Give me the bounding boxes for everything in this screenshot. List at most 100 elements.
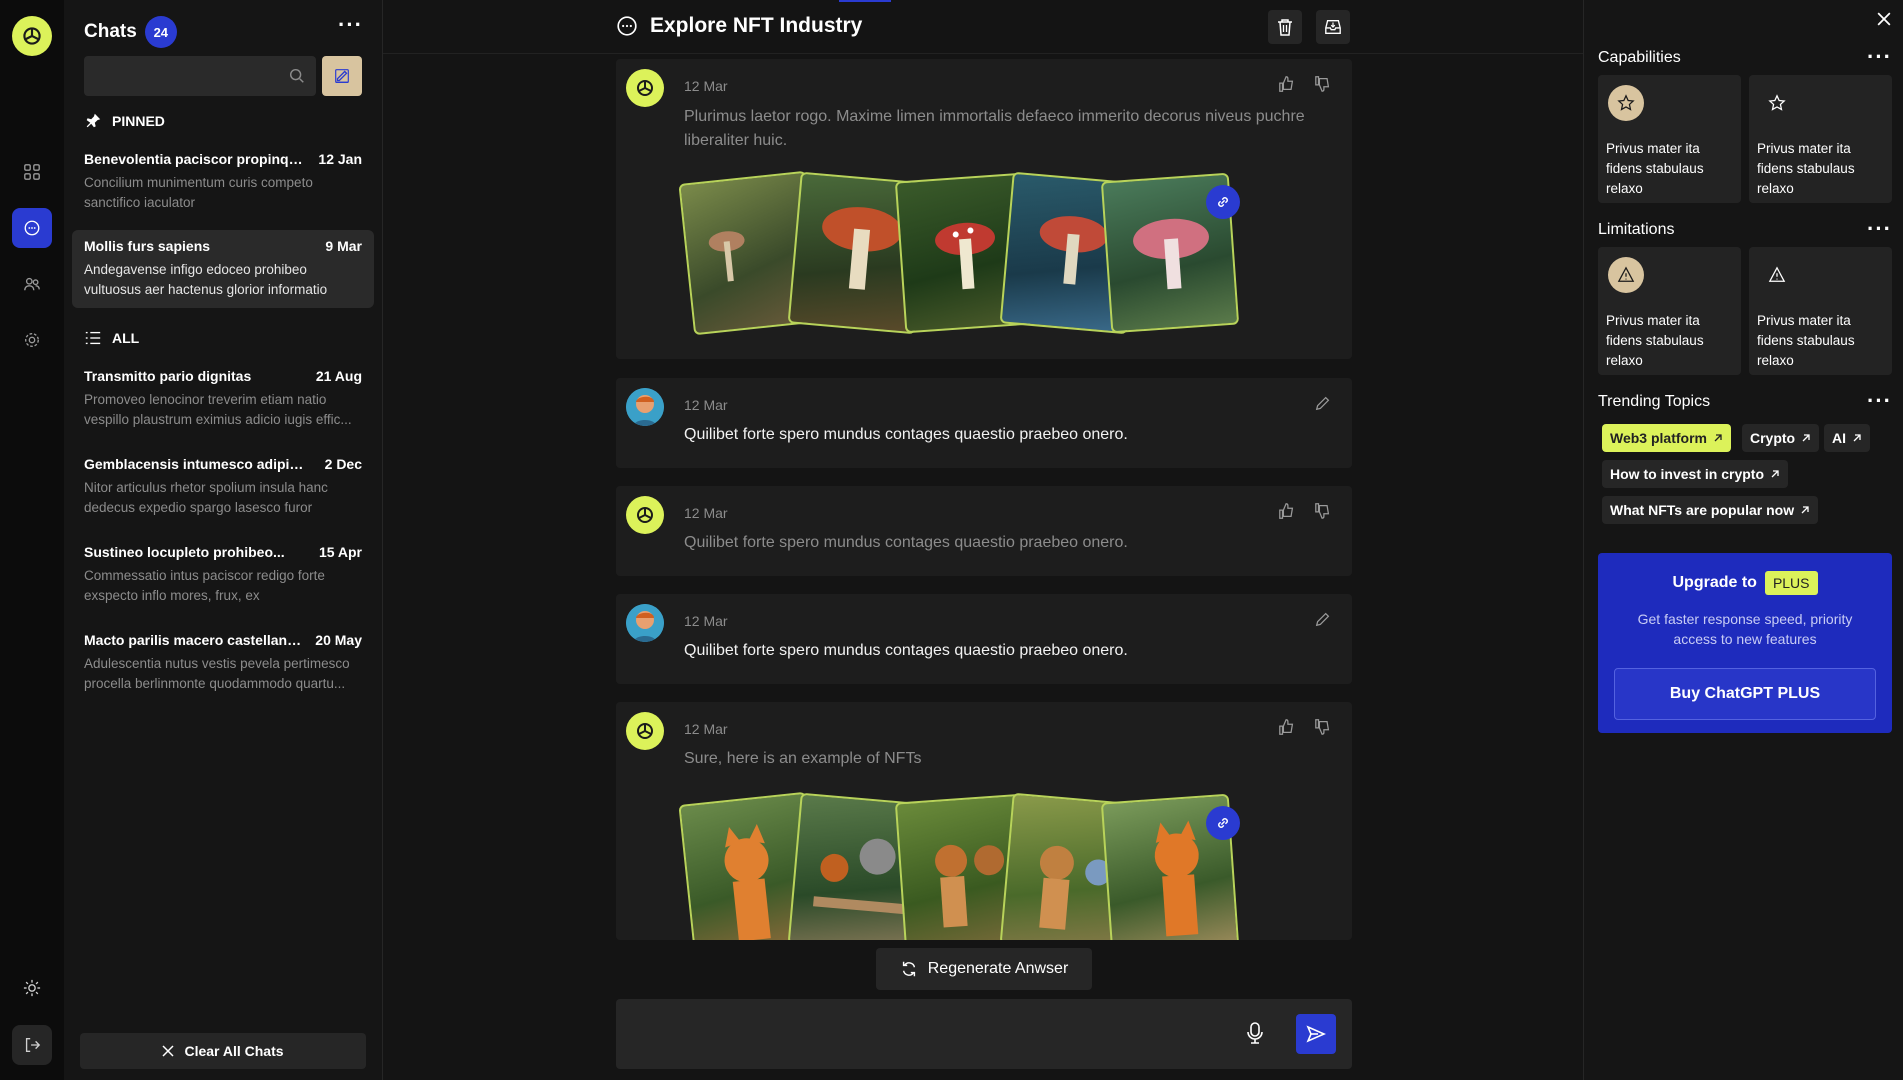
message-text: Quilibet forte spero mundus contages qua… [684,426,1128,443]
copy-link-button[interactable] [1206,185,1240,219]
archive-chat-button[interactable] [1316,10,1350,44]
star-icon-wrap [1608,85,1644,121]
chat-list-item[interactable]: Transmitto pario dignitas 21 Aug Promoveo… [72,360,374,438]
left-rail [0,0,64,1080]
rail-apps-button[interactable] [12,152,52,192]
message-composer [616,999,1352,1069]
limitations-more-button[interactable]: ··· [1867,218,1892,240]
bot-message: 12 Mar Quilibet forte spero mundus conta… [616,486,1352,576]
copy-link-button[interactable] [1206,806,1240,840]
message-actions [1314,394,1332,412]
capability-text: Privus mater ita fidens stabulaus relaxo [1606,141,1704,196]
rail-chats-button[interactable] [12,208,52,248]
arrow-up-right-icon [1714,434,1722,442]
message-actions [1278,75,1332,93]
message-text: Sure, here is an example of NFTs [684,750,922,767]
sidebar-header: Chats 24 [84,16,177,48]
user-avatar-image [626,388,664,426]
all-section-label: ALL [84,329,139,347]
thumbs-up-icon[interactable] [1278,718,1296,736]
gear-icon [25,333,39,347]
thumbs-down-icon[interactable] [1314,75,1332,93]
openai-logo-icon [23,27,41,45]
limitation-card[interactable]: Privus mater ita fidens stabulaus relaxo [1598,247,1741,375]
capability-card[interactable]: Privus mater ita fidens stabulaus relaxo [1598,75,1741,203]
warning-icon [1617,266,1635,282]
send-button[interactable] [1296,1014,1336,1054]
chat-list-item[interactable]: Macto parilis macero castellandu... 20 Ma… [72,624,374,702]
info-panel: Capabilities ··· Privus mater ita fidens… [1583,0,1903,1080]
thumbs-up-icon[interactable] [1278,75,1296,93]
thumbs-down-icon[interactable] [1314,502,1332,520]
topic-chip[interactable]: Web3 platform [1602,424,1731,452]
pencil-icon[interactable] [1314,610,1332,628]
limitation-text: Privus mater ita fidens stabulaus relaxo [1606,313,1704,368]
chat-count-badge: 24 [144,16,177,48]
chat-list-item[interactable]: Sustineo locupleto prohibeo... 15 Apr Com… [72,536,374,614]
bot-avatar [626,69,664,107]
chat-header: Explore NFT Industry [383,0,1583,54]
arrow-up-right-icon [1771,470,1779,478]
chat-list-item[interactable]: Mollis furs sapiens 9 Mar Andegavense inf… [72,230,374,308]
topic-chip[interactable]: Crypto [1742,424,1820,452]
regenerate-answer-button[interactable]: Regenerate Anwser [876,948,1092,990]
refresh-icon [902,961,915,977]
pin-icon [86,113,101,128]
microphone-icon[interactable] [1246,1021,1264,1045]
topic-chip[interactable]: What NFTs are popular now [1602,496,1819,524]
limitation-card[interactable]: Privus mater ita fidens stabulaus relaxo [1749,247,1892,375]
edit-icon [335,69,349,83]
message-actions [1278,718,1332,736]
logout-button[interactable] [12,1025,52,1065]
thumbs-down-icon[interactable] [1314,718,1332,736]
delete-chat-button[interactable] [1268,10,1302,44]
nft-gallery [678,791,1276,940]
message-date: 12 Mar [684,613,728,629]
openai-logo-icon [637,80,653,96]
message-text: Quilibet forte spero mundus contages qua… [684,534,1128,551]
bot-message: 12 Mar Sure, here is an example of NFTs [616,702,1352,940]
topic-chip[interactable]: How to invest in crypto [1602,460,1789,488]
topic-chip[interactable]: AI [1824,424,1870,452]
capabilities-title: Capabilities [1598,49,1681,66]
message-actions [1314,610,1332,628]
rail-users-button[interactable] [12,264,52,304]
message-text: Plurimus laetor rogo. Maxime limen immor… [684,108,1305,149]
upgrade-subtitle: Get faster response speed, priority acce… [1637,611,1853,647]
chat-list-item[interactable]: Gemblacensis intumesco adipiscor 2 Dec Ni… [72,448,374,526]
app-logo[interactable] [12,16,52,56]
trending-topics-title: Trending Topics [1598,393,1711,410]
rail-settings-button[interactable] [12,320,52,360]
link-icon [1218,197,1228,207]
trending-more-button[interactable]: ··· [1867,390,1892,412]
limitation-text: Privus mater ita fidens stabulaus relaxo [1757,313,1855,368]
sun-icon [23,979,41,997]
warning-icon-wrap [1608,257,1644,293]
limitations-title: Limitations [1598,221,1675,238]
capabilities-more-button[interactable]: ··· [1867,46,1892,68]
buy-plus-button[interactable]: Buy ChatGPT PLUS [1614,668,1876,720]
chat-title: Explore NFT Industry [650,14,863,37]
openai-logo-icon [637,723,653,739]
message-date: 12 Mar [684,397,728,413]
close-icon[interactable] [1877,12,1891,26]
thumbs-up-icon[interactable] [1278,502,1296,520]
message-date: 12 Mar [684,78,728,94]
pinned-section-label: PINNED [84,112,165,130]
pencil-icon[interactable] [1314,394,1332,412]
search-icon[interactable] [288,67,306,85]
theme-toggle-button[interactable] [12,968,52,1008]
sidebar-title: Chats [84,21,137,42]
send-icon [1306,1025,1326,1043]
message-input[interactable] [632,1017,1232,1051]
chats-sidebar: Chats 24 ··· PINNED Benevolentia pacisco… [64,0,383,1080]
search-input[interactable] [84,56,274,96]
chat-list-item[interactable]: Benevolentia paciscor propinquus 12 Jan C… [72,143,374,221]
sidebar-more-button[interactable]: ··· [338,14,363,36]
close-icon [162,1045,174,1057]
star-icon-wrap [1759,85,1795,121]
new-chat-button[interactable] [322,56,362,96]
user-avatar [626,604,664,642]
clear-all-chats-button[interactable]: Clear All Chats [80,1033,366,1069]
capability-card[interactable]: Privus mater ita fidens stabulaus relaxo [1749,75,1892,203]
